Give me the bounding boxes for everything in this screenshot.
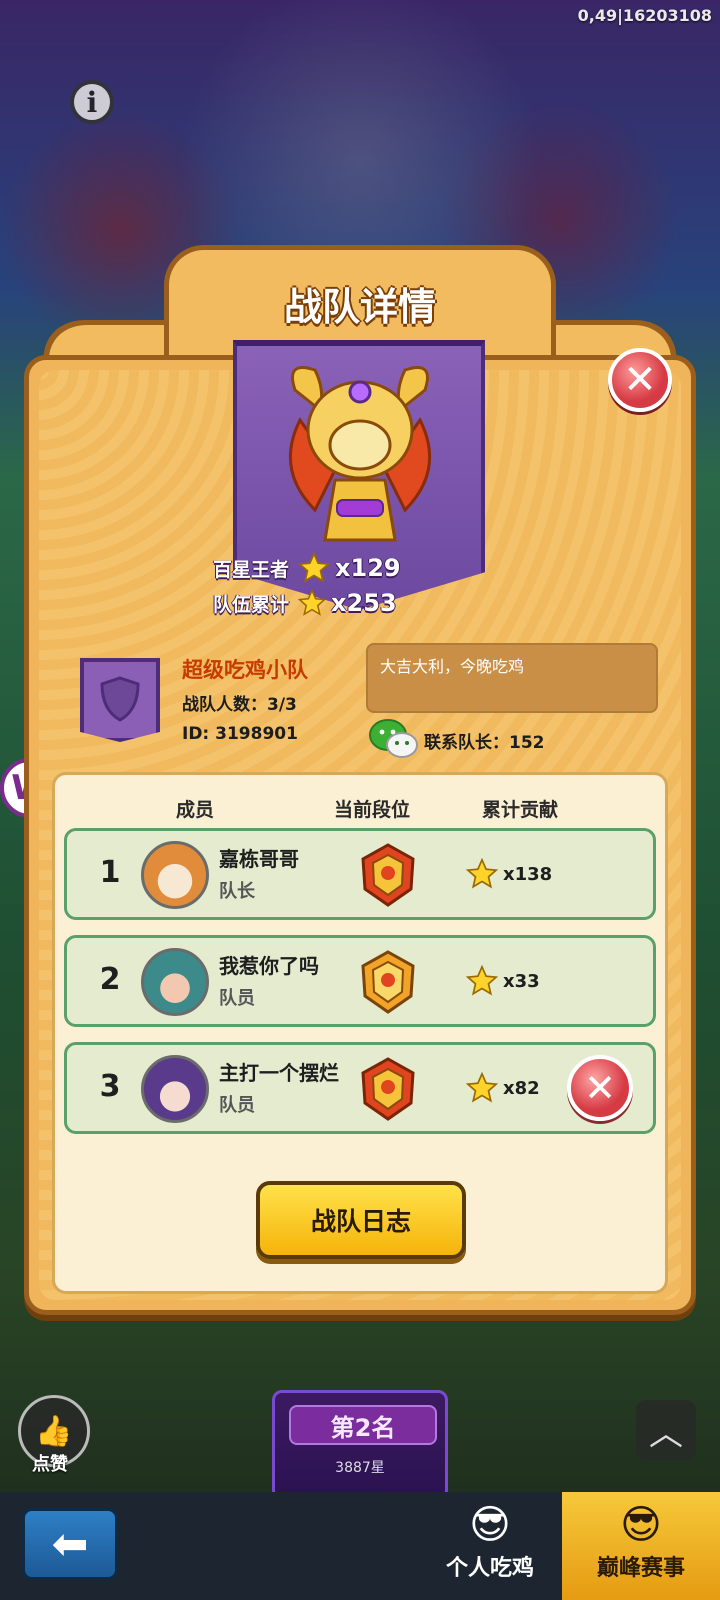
- rank-stars: 3887星: [335, 1460, 385, 1476]
- contact-captain[interactable]: 联系队长：152: [424, 728, 545, 753]
- info-icon[interactable]: i: [70, 80, 114, 124]
- tab-peak[interactable]: 😎 巅峰赛事: [562, 1492, 720, 1600]
- member-rank-number: 3: [99, 1069, 121, 1104]
- stat-row: 队伍累计 x253: [213, 585, 513, 621]
- star-icon: [465, 1071, 499, 1103]
- contribution-value: x82: [503, 1077, 540, 1099]
- character-icon: 😎: [469, 1502, 511, 1548]
- like-label: 点赞: [32, 1454, 68, 1475]
- debug-code: 0,49|16203108: [577, 6, 712, 25]
- column-rank: 当前段位: [334, 799, 411, 821]
- team-count: 战队人数：3/3: [182, 695, 297, 715]
- member-rank-number: 1: [99, 855, 121, 890]
- member-name: 主打一个摆烂: [219, 1061, 339, 1085]
- bottom-bar: ⬅ 😎 个人吃鸡 😎 巅峰赛事: [0, 1492, 720, 1600]
- stat-value: x129: [335, 554, 401, 582]
- character-icon: 😎: [620, 1502, 662, 1548]
- avatar[interactable]: [141, 841, 209, 909]
- member-contribution: x138: [465, 857, 552, 891]
- column-member: 成员: [176, 799, 215, 821]
- kick-icon[interactable]: ✕: [567, 1055, 633, 1121]
- column-contribution: 累计贡献: [482, 799, 559, 821]
- stat-row: 百星王者 x129: [213, 550, 513, 586]
- member-role: 队员: [219, 988, 255, 1009]
- member-name: 我惹你了吗: [219, 954, 319, 978]
- avatar[interactable]: [141, 948, 209, 1016]
- rank-badge-icon: [361, 843, 415, 907]
- team-flag-icon: [80, 658, 160, 742]
- team-name: 超级吃鸡小队: [182, 658, 308, 682]
- star-icon: [465, 964, 499, 996]
- back-arrow-icon[interactable]: ⬅: [22, 1508, 118, 1580]
- star-icon: [297, 588, 327, 616]
- member-row[interactable]: 3 主打一个摆烂 队员 x82 ✕: [64, 1042, 656, 1134]
- tab-personal-label: 个人吃鸡: [445, 1556, 534, 1581]
- rank-badge-icon: [361, 950, 415, 1014]
- tab-peak-label: 巅峰赛事: [596, 1556, 685, 1581]
- stat-value: x253: [331, 589, 397, 617]
- contribution-value: x33: [503, 970, 540, 992]
- member-row[interactable]: 1 嘉栋哥哥 队长 x138: [64, 828, 656, 920]
- team-motto: 大吉大利，今晚吃鸡: [366, 643, 658, 713]
- rank-box: 第2名 3887星: [272, 1390, 448, 1500]
- tab-personal[interactable]: 😎 个人吃鸡: [420, 1492, 560, 1600]
- team-log-button[interactable]: 战队日志: [256, 1181, 466, 1259]
- rank-badge-icon: [361, 1057, 415, 1121]
- stat-label: 队伍累计: [213, 593, 290, 616]
- avatar[interactable]: [141, 1055, 209, 1123]
- star-icon: [465, 857, 499, 889]
- contribution-value: x138: [503, 863, 553, 885]
- member-rank-number: 2: [99, 962, 121, 997]
- chevron-up-icon[interactable]: ︿: [636, 1400, 696, 1460]
- stat-label: 百星王者: [213, 558, 290, 581]
- member-row[interactable]: 2 我惹你了吗 队员 x33: [64, 935, 656, 1027]
- dragon-trophy-icon: [288, 366, 432, 542]
- star-icon: [297, 551, 331, 583]
- member-role: 队员: [219, 1095, 255, 1116]
- member-contribution: x33: [465, 964, 540, 998]
- close-icon[interactable]: ✕: [608, 348, 672, 412]
- member-name: 嘉栋哥哥: [219, 847, 299, 871]
- wechat-icon[interactable]: [368, 718, 420, 760]
- member-contribution: x82: [465, 1071, 540, 1105]
- team-id: ID: 3198901: [182, 724, 298, 744]
- rank-title: 第2名: [289, 1405, 437, 1445]
- panel-title: 战队详情: [283, 285, 436, 329]
- member-role: 队长: [219, 881, 255, 902]
